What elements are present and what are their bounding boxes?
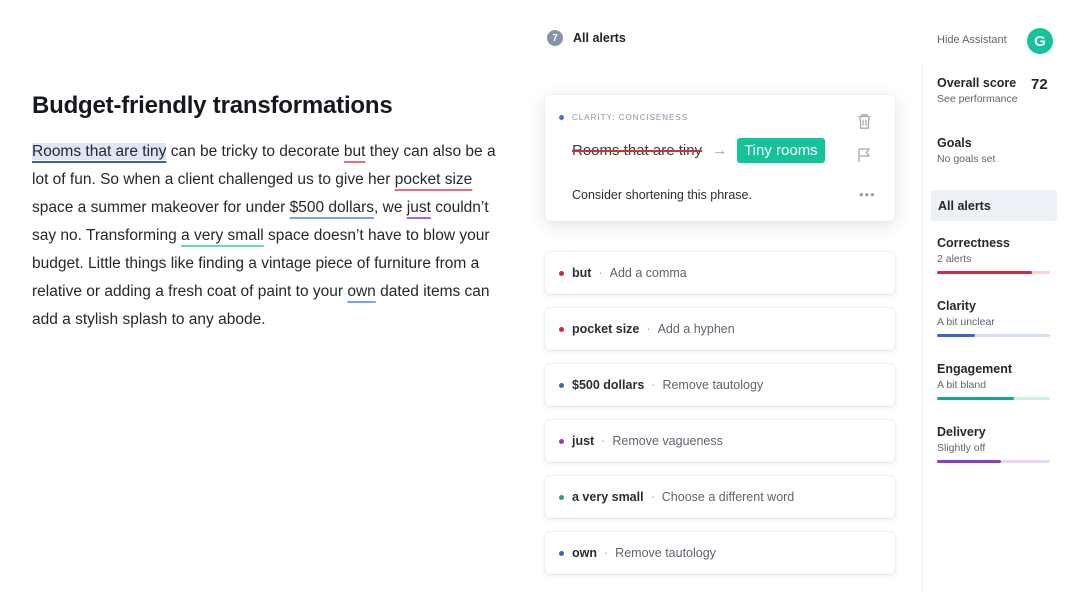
category-title: Engagement	[937, 362, 1013, 376]
flag-icon[interactable]	[857, 147, 872, 168]
suggestion-explanation: Consider shortening this phrase.	[572, 188, 752, 202]
alert-word: but	[572, 266, 592, 280]
sidebar-category-correctness[interactable]: Correctness 2 alerts	[937, 236, 1010, 265]
category-status: A bit bland	[937, 379, 987, 391]
category-progress-bar	[937, 334, 1050, 337]
alert-card[interactable]: but · Add a comma	[545, 252, 895, 294]
alert-count-badge: 7	[547, 30, 563, 46]
category-title: Correctness	[937, 236, 1010, 250]
category-label: CLARITY: CONCISENESS	[572, 113, 689, 122]
assistant-sidebar: Overall score See performance 72 Goals N…	[922, 62, 1062, 592]
category-progress-bar	[937, 397, 1050, 400]
alert-word: pocket size	[572, 322, 640, 336]
overall-score[interactable]: Overall score See performance	[937, 76, 1018, 105]
category-status: 2 alerts	[937, 253, 972, 265]
alert-description: Remove tautology	[615, 546, 716, 560]
alert-word: own	[572, 546, 597, 560]
separator-dot: ·	[646, 322, 651, 336]
alert-description: Remove tautology	[662, 378, 764, 392]
alert-description: Add a hyphen	[657, 322, 735, 336]
suggestion-row: Rooms that are tiny → Tiny rooms	[572, 138, 825, 163]
separator-dot: ·	[650, 490, 655, 504]
alert-card[interactable]: own · Remove tautology	[545, 532, 895, 574]
separator-dot: ·	[651, 378, 656, 392]
severity-dot	[559, 382, 564, 388]
category-progress-bar	[937, 460, 1050, 463]
flagged-phrase[interactable]: just	[407, 199, 431, 216]
category-progress-fill	[937, 334, 976, 337]
alert-description: Add a comma	[609, 266, 687, 280]
trash-icon[interactable]	[857, 113, 872, 135]
flagged-phrase[interactable]: pocket size	[395, 171, 473, 188]
alert-description: Choose a different word	[661, 490, 795, 504]
separator-dot: ·	[601, 434, 606, 448]
goals[interactable]: Goals No goals set	[937, 136, 995, 165]
see-performance-link[interactable]: See performance	[937, 93, 1018, 105]
flagged-phrase[interactable]: own	[347, 283, 375, 300]
document-title[interactable]: Budget-friendly transformations	[32, 92, 502, 120]
sidebar-category-delivery[interactable]: Delivery Slightly off	[937, 425, 986, 454]
arrow-right-icon: →	[712, 142, 728, 159]
category-progress-fill	[937, 271, 1032, 274]
flagged-phrase[interactable]: a very small	[181, 227, 264, 244]
separator-dot: ·	[604, 546, 609, 560]
category-title: Clarity	[937, 299, 976, 313]
severity-dot	[559, 438, 564, 444]
category-progress-fill	[937, 397, 1014, 400]
overall-score-value: 72	[1031, 76, 1048, 93]
separator-dot: ·	[598, 266, 603, 280]
alert-description: Remove vagueness	[612, 434, 723, 448]
original-text: Rooms that are tiny	[572, 142, 703, 159]
category-dot	[559, 115, 564, 120]
body-text: , we	[374, 199, 407, 216]
goals-status: No goals set	[937, 153, 996, 165]
category-progress-fill	[937, 460, 1002, 463]
flagged-phrase[interactable]: Rooms that are tiny	[32, 143, 167, 160]
suggestion-card-expanded[interactable]: CLARITY: CONCISENESS Rooms that are tiny…	[545, 95, 895, 221]
category-title: Delivery	[937, 425, 986, 439]
sidebar-category-clarity[interactable]: Clarity A bit unclear	[937, 299, 995, 328]
flagged-phrase[interactable]: $500 dollars	[290, 199, 374, 216]
category-status: A bit unclear	[937, 316, 995, 328]
hide-assistant-button[interactable]: Hide Assistant	[937, 34, 1007, 46]
alerts-header: 7 All alerts	[547, 30, 626, 46]
alerts-title: All alerts	[573, 31, 626, 45]
category-status: Slightly off	[937, 442, 986, 454]
alert-card[interactable]: pocket size · Add a hyphen	[545, 308, 895, 350]
sidebar-category-engagement[interactable]: Engagement A bit bland	[937, 362, 1012, 391]
severity-dot	[559, 326, 564, 332]
suggestion-category: CLARITY: CONCISENESS	[559, 113, 688, 122]
flagged-phrase[interactable]: but	[344, 143, 366, 160]
alert-word: a very small	[572, 490, 644, 504]
body-text: can be tricky to decorate	[166, 143, 344, 160]
severity-dot	[559, 494, 564, 500]
overall-score-label: Overall score	[937, 76, 1017, 90]
alert-card[interactable]: just · Remove vagueness	[545, 420, 895, 462]
alert-word: just	[572, 434, 595, 448]
severity-dot	[559, 550, 564, 556]
grammarly-logo-icon[interactable]: G	[1027, 28, 1053, 54]
severity-dot	[559, 270, 564, 276]
body-text: space a summer makeover for under	[32, 199, 290, 216]
accept-suggestion-button[interactable]: Tiny rooms	[737, 138, 825, 163]
alert-card[interactable]: a very small · Choose a different word	[545, 476, 895, 518]
sidebar-item-all-alerts[interactable]: All alerts	[931, 190, 1057, 221]
alert-word: $500 dollars	[572, 378, 645, 392]
category-progress-bar	[937, 271, 1050, 274]
more-icon[interactable]: •••	[859, 187, 876, 202]
document-editor[interactable]: Budget-friendly transformations Rooms th…	[32, 92, 502, 334]
document-body[interactable]: Rooms that are tiny can be tricky to dec…	[32, 138, 502, 334]
alert-card[interactable]: $500 dollars · Remove tautology	[545, 364, 895, 406]
goals-label: Goals	[937, 136, 972, 150]
